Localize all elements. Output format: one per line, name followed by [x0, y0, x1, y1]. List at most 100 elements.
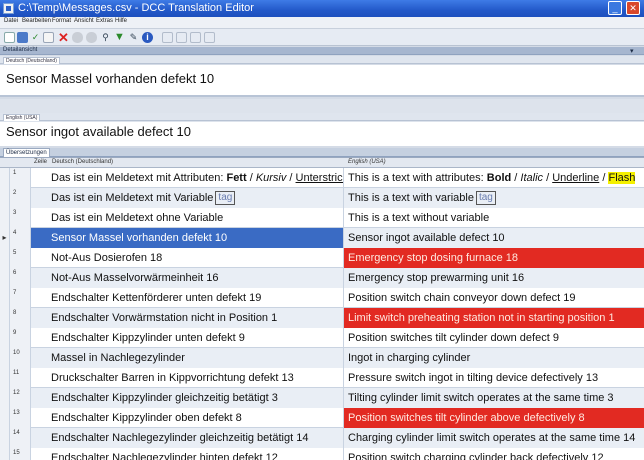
row-number: 11 — [10, 368, 31, 388]
source-cell[interactable]: Das ist ein Meldetext mit Attributen: Fe… — [31, 168, 344, 188]
table-row[interactable]: 13 Endschalter Kippzylinder oben defekt 8… — [0, 408, 644, 428]
target-cell[interactable]: Charging cylinder limit switch operates … — [344, 428, 644, 448]
table-row[interactable]: ▸ 4 Sensor Massel vorhanden defekt 10 Senso… — [0, 228, 644, 248]
row-selector[interactable] — [0, 288, 10, 308]
tool-4-icon[interactable] — [204, 32, 215, 43]
row-selector[interactable] — [0, 168, 10, 188]
variable-tag[interactable]: tag — [475, 191, 496, 206]
target-cell[interactable]: This is a text with attributes: Bold / I… — [344, 168, 644, 188]
menu-hilfe[interactable]: Hilfe — [115, 18, 127, 24]
source-cell[interactable]: Endschalter Kippzylinder gleichzeitig be… — [31, 388, 344, 408]
print-preview-icon[interactable] — [86, 32, 97, 43]
table-row[interactable]: 11 Druckschalter Barren in Kippvorrichtun… — [0, 368, 644, 388]
target-text: Position switch chain conveyor down defe… — [348, 292, 576, 304]
menu-extras[interactable]: Extras — [96, 18, 113, 24]
table-row[interactable]: 7 Endschalter Kettenförderer unten defekt… — [0, 288, 644, 308]
menu-format[interactable]: Format — [52, 18, 71, 24]
source-cell[interactable]: Not-Aus Masselvorwärmeinheit 16 — [31, 268, 344, 288]
source-cell[interactable]: Not-Aus Dosierofen 18 — [31, 248, 344, 268]
pin-icon[interactable]: ▾ — [630, 47, 634, 55]
column-header-target[interactable]: English (USA) — [348, 159, 386, 165]
row-selector[interactable] — [0, 248, 10, 268]
source-cell[interactable]: Massel in Nachlegezylinder — [31, 348, 344, 368]
tool-2-icon[interactable] — [176, 32, 187, 43]
table-row[interactable]: 15 Endschalter Nachlegezylinder hinten de… — [0, 448, 644, 460]
source-cell[interactable]: Endschalter Vorwärmstation nicht in Posi… — [31, 308, 344, 328]
variable-tag[interactable]: tag — [215, 191, 236, 206]
target-cell[interactable]: Position switches tilt cylinder down def… — [344, 328, 644, 348]
target-cell[interactable]: This is a text without variable — [344, 208, 644, 228]
menu-ansicht[interactable]: Ansicht — [74, 18, 94, 24]
row-selector[interactable] — [0, 328, 10, 348]
source-cell[interactable]: Endschalter Kippzylinder oben defekt 8 — [31, 408, 344, 428]
tool-3-icon[interactable] — [190, 32, 201, 43]
target-cell[interactable]: Pressure switch ingot in tilting device … — [344, 368, 644, 388]
check-icon[interactable]: ✓ — [30, 32, 41, 43]
table-row[interactable]: 12 Endschalter Kippzylinder gleichzeitig … — [0, 388, 644, 408]
row-selector[interactable] — [0, 368, 10, 388]
target-text: Emergency stop prewarming unit 16 — [348, 272, 525, 284]
new-icon[interactable] — [4, 32, 15, 43]
target-language-tab[interactable]: English (USA) — [3, 114, 41, 121]
source-cell[interactable]: Das ist ein Meldetext ohne Variable — [31, 208, 344, 228]
column-header-source[interactable]: Deutsch (Deutschland) — [52, 159, 113, 165]
target-text: This is a text without variable — [348, 212, 490, 224]
target-cell[interactable]: Emergency stop prewarming unit 16 — [344, 268, 644, 288]
title-bar: C:\Temp\Messages.csv - DCC Translation E… — [0, 0, 644, 17]
source-cell[interactable]: Endschalter Nachlegezylinder gleichzeiti… — [31, 428, 344, 448]
table-row[interactable]: 9 Endschalter Kippzylinder unten defekt 9… — [0, 328, 644, 348]
source-cell[interactable]: Das ist ein Meldetext mit Variable tag — [31, 188, 344, 208]
source-cell[interactable]: Endschalter Kippzylinder unten defekt 9 — [31, 328, 344, 348]
filter-icon[interactable]: ▼ — [114, 32, 125, 43]
save-icon[interactable] — [17, 32, 28, 43]
table-row[interactable]: 1 Das ist ein Meldetext mit Attributen: F… — [0, 168, 644, 188]
row-selector[interactable] — [0, 388, 10, 408]
row-selector[interactable] — [0, 268, 10, 288]
table-row[interactable]: 5 Not-Aus Dosierofen 18 Emergency stop dos… — [0, 248, 644, 268]
target-cell[interactable]: Ingot in charging cylinder — [344, 348, 644, 368]
target-cell[interactable]: This is a text with variable tag — [344, 188, 644, 208]
table-row[interactable]: 8 Endschalter Vorwärmstation nicht in Pos… — [0, 308, 644, 328]
search-icon[interactable]: ⚲ — [100, 32, 111, 43]
menu-datei[interactable]: Datei — [4, 18, 18, 24]
minimize-button[interactable]: _ — [608, 1, 622, 15]
row-selector[interactable] — [0, 188, 10, 208]
target-cell[interactable]: Emergency stop dosing furnace 18 — [344, 248, 644, 268]
copy-icon[interactable] — [43, 32, 54, 43]
target-cell[interactable]: Tilting cylinder limit switch operates a… — [344, 388, 644, 408]
table-row[interactable]: 6 Not-Aus Masselvorwärmeinheit 16 Emergenc… — [0, 268, 644, 288]
help-icon[interactable]: i — [142, 32, 153, 43]
close-button[interactable]: ✕ — [626, 1, 640, 15]
row-selector[interactable] — [0, 448, 10, 460]
source-cell[interactable]: Endschalter Kettenförderer unten defekt … — [31, 288, 344, 308]
table-row[interactable]: 14 Endschalter Nachlegezylinder gleichzei… — [0, 428, 644, 448]
row-selector[interactable] — [0, 308, 10, 328]
source-cell[interactable]: Druckschalter Barren in Kippvorrichtung … — [31, 368, 344, 388]
delete-icon[interactable]: ✕ — [58, 31, 69, 44]
source-cell[interactable]: Sensor Massel vorhanden defekt 10 — [31, 228, 344, 248]
row-selector[interactable] — [0, 428, 10, 448]
row-selector[interactable] — [0, 408, 10, 428]
tool-1-icon[interactable] — [162, 32, 173, 43]
row-selector[interactable] — [0, 208, 10, 228]
target-cell[interactable]: Position switch chain conveyor down defe… — [344, 288, 644, 308]
target-cell[interactable]: Position switch charging cylinder back d… — [344, 448, 644, 460]
source-text-box[interactable]: Sensor Massel vorhanden defekt 10 — [0, 65, 644, 97]
target-cell[interactable]: Sensor ingot available defect 10 — [344, 228, 644, 248]
target-text: Pressure switch ingot in tilting device … — [348, 372, 599, 384]
target-cell[interactable]: Limit switch preheating station not in s… — [344, 308, 644, 328]
target-cell[interactable]: Position switches tilt cylinder above de… — [344, 408, 644, 428]
row-number: 10 — [10, 348, 31, 368]
target-text-box[interactable]: Sensor ingot available defect 10 — [0, 122, 644, 146]
row-selector[interactable]: ▸ — [0, 228, 10, 248]
source-cell[interactable]: Endschalter Nachlegezylinder hinten defe… — [31, 448, 344, 460]
row-selector[interactable] — [0, 348, 10, 368]
print-icon[interactable] — [72, 32, 83, 43]
source-language-tab[interactable]: Deutsch (Deutschland) — [3, 57, 60, 64]
table-row[interactable]: 2 Das ist ein Meldetext mit Variable tag Th… — [0, 188, 644, 208]
table-row[interactable]: 10 Massel in Nachlegezylinder Ingot in cha… — [0, 348, 644, 368]
column-header-id[interactable]: Zeile — [34, 159, 47, 165]
edit-icon[interactable]: ✎ — [128, 32, 139, 43]
menu-bearbeiten[interactable]: Bearbeiten — [22, 18, 51, 24]
table-row[interactable]: 3 Das ist ein Meldetext ohne Variable This… — [0, 208, 644, 228]
